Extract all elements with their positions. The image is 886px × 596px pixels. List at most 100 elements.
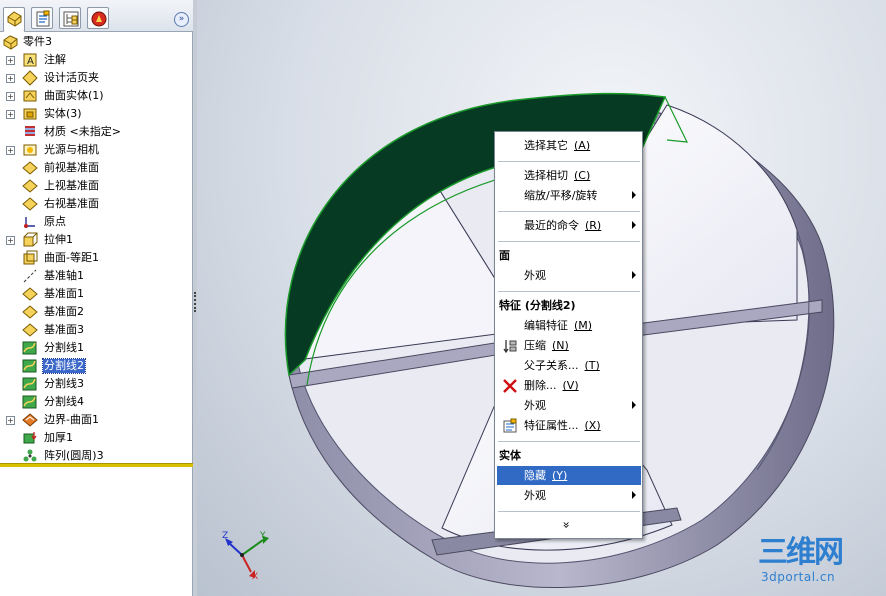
tree-item[interactable]: 基准轴1 (0, 267, 193, 285)
tree-item[interactable]: + 光源与相机 (0, 141, 193, 159)
chevron-down-icon: » (559, 521, 574, 529)
tree-root-label: 零件3 (23, 35, 52, 48)
menu-separator (498, 511, 640, 512)
tree-item[interactable]: + 曲面实体(1) (0, 87, 193, 105)
tree-root-part[interactable]: 零件3 (0, 33, 193, 51)
menu-more-button[interactable]: » (497, 516, 641, 535)
feature-manager-tab[interactable] (3, 7, 25, 32)
tree-item[interactable]: 分割线3 (0, 375, 193, 393)
expand-toggle-icon[interactable]: + (6, 74, 15, 83)
expand-toggle-icon[interactable]: + (6, 56, 15, 65)
tree-item-label: 分割线1 (44, 341, 84, 354)
tree-item[interactable]: 分割线4 (0, 393, 193, 411)
expand-toggle-icon[interactable]: + (6, 146, 15, 155)
menu-suppress-accel: (N) (552, 339, 569, 352)
tree-item[interactable]: + A 注解 (0, 51, 193, 69)
manager-tab-bar: » (0, 0, 193, 32)
plane-icon (22, 322, 38, 338)
tree-item[interactable]: 上视基准面 (0, 177, 193, 195)
expand-toggle-icon[interactable]: + (6, 110, 15, 119)
tree-item[interactable]: 分割线1 (0, 339, 193, 357)
tree-item[interactable]: 加厚1 (0, 429, 193, 447)
property-manager-tab[interactable] (31, 7, 53, 29)
plane-icon (22, 160, 38, 176)
tree-item-label: 实体(3) (44, 107, 82, 120)
menu-edit-feature[interactable]: 编辑特征 (M) (497, 316, 641, 335)
menu-separator (498, 291, 640, 292)
tree-item[interactable]: + 实体(3) (0, 105, 193, 123)
tree-item-label: 分割线3 (44, 377, 84, 390)
menu-delete[interactable]: 删除... (V) (497, 376, 641, 395)
axis-icon (22, 268, 38, 284)
submenu-arrow-icon (632, 221, 636, 229)
menu-delete-label: 删除... (524, 379, 557, 392)
menu-body-appearance[interactable]: 外观 (497, 486, 641, 505)
feature-manager-panel: » 零件3 + A 注解 + 设计活页夹 + 曲面实体(1) + 实体(3) 材质 <未指定> + 光… (0, 0, 193, 596)
menu-feature-appearance-label: 外观 (524, 399, 546, 412)
tree-item[interactable]: 材质 <未指定> (0, 123, 193, 141)
expand-toggle-icon[interactable]: + (6, 236, 15, 245)
tree-item[interactable]: 基准面2 (0, 303, 193, 321)
expand-panel-button[interactable]: » (174, 12, 189, 27)
menu-edit-feature-accel: (M) (574, 319, 593, 332)
menu-suppress-label: 压缩 (524, 339, 546, 352)
thicken-icon (22, 430, 38, 446)
expand-toggle-icon[interactable]: + (6, 416, 15, 425)
menu-feature-appearance[interactable]: 外观 (497, 396, 641, 415)
delete-icon (502, 378, 518, 394)
circular-pattern-icon (22, 448, 38, 464)
svg-text:A: A (27, 56, 34, 67)
menu-separator (498, 211, 640, 212)
tree-item[interactable]: 右视基准面 (0, 195, 193, 213)
properties-icon (502, 418, 518, 434)
split-line-icon (22, 358, 38, 374)
menu-select-other[interactable]: 选择其它 (A) (497, 136, 641, 155)
split-line-icon (22, 394, 38, 410)
tree-item[interactable]: 基准面1 (0, 285, 193, 303)
design-binder-icon (22, 70, 38, 86)
tree-item-label: 分割线4 (44, 395, 84, 408)
configuration-manager-tab[interactable] (59, 7, 81, 29)
tree-item-label: 基准面1 (44, 287, 84, 300)
tree-item-label: 右视基准面 (44, 197, 99, 210)
expand-toggle-icon[interactable]: + (6, 92, 15, 101)
menu-parent-child[interactable]: 父子关系... (T) (497, 356, 641, 375)
tree-item-label: 加厚1 (44, 431, 73, 444)
menu-hide-accel: (Y) (552, 469, 568, 482)
menu-section-feature: 特征 (分割线2) (499, 299, 576, 312)
tree-item-label: 阵列(圆周)3 (44, 449, 104, 462)
tree-item[interactable]: + 边界-曲面1 (0, 411, 193, 429)
tree-item[interactable]: 前视基准面 (0, 159, 193, 177)
extrude-icon (22, 232, 38, 248)
menu-body-appearance-label: 外观 (524, 489, 546, 502)
tree-item[interactable]: 曲面-等距1 (0, 249, 193, 267)
plane-icon (22, 178, 38, 194)
tree-item-label: 曲面-等距1 (44, 251, 99, 264)
tree-item[interactable]: + 拉伸1 (0, 231, 193, 249)
tree-item[interactable]: 原点 (0, 213, 193, 231)
menu-hide[interactable]: 隐藏 (Y) (497, 466, 641, 485)
tree-item[interactable]: 分割线2 (0, 357, 193, 375)
plane-icon (22, 304, 38, 320)
submenu-arrow-icon (632, 271, 636, 279)
tree-item[interactable]: 基准面3 (0, 321, 193, 339)
menu-select-tangency[interactable]: 选择相切 (C) (497, 166, 641, 185)
menu-face-appearance[interactable]: 外观 (497, 266, 641, 285)
menu-delete-accel: (V) (562, 379, 579, 392)
menu-face-appearance-label: 外观 (524, 269, 546, 282)
tree-item-label: 原点 (44, 215, 66, 228)
coordinate-triad (225, 536, 269, 578)
menu-feature-properties[interactable]: 特征属性... (X) (497, 416, 641, 435)
suppress-icon (502, 338, 518, 354)
tree-item-label: 基准面3 (44, 323, 84, 336)
menu-suppress[interactable]: 压缩 (N) (497, 336, 641, 355)
origin-icon (22, 214, 38, 230)
appearance-manager-tab[interactable] (87, 7, 109, 29)
menu-parent-child-accel: (T) (584, 359, 600, 372)
splitter-grip[interactable] (194, 292, 196, 312)
tree-item[interactable]: + 设计活页夹 (0, 69, 193, 87)
rollback-bar[interactable] (0, 463, 193, 467)
menu-zoom-pan-rotate[interactable]: 缩放/平移/旋转 (497, 186, 641, 205)
menu-recent-commands[interactable]: 最近的命令 (R) (497, 216, 641, 235)
menu-section-face: 面 (499, 249, 510, 262)
